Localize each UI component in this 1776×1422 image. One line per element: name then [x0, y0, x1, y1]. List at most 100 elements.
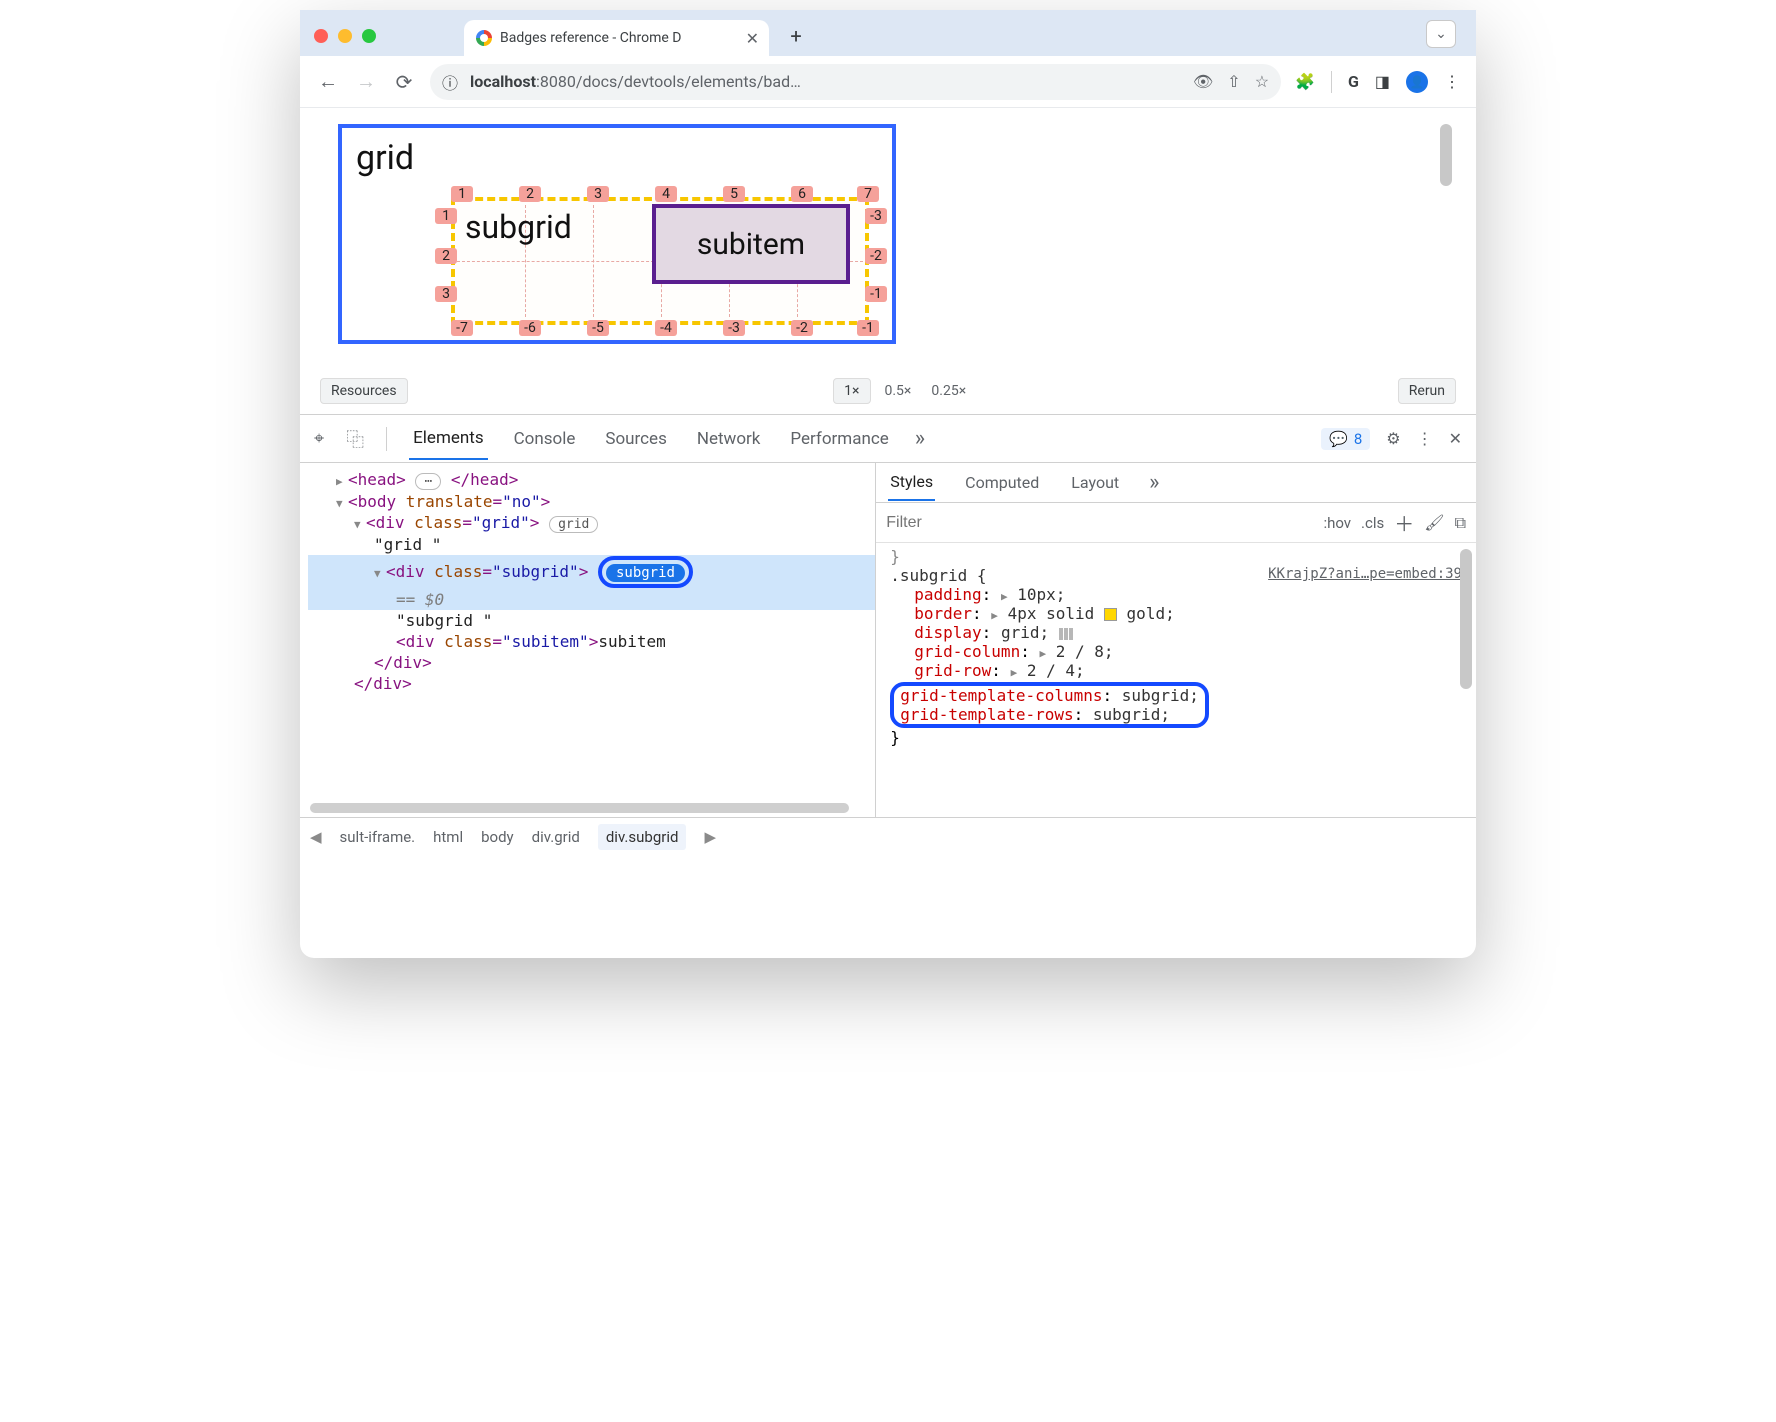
tab-styles[interactable]: Styles: [888, 464, 935, 501]
dom-node-div-subitem[interactable]: <div class="subitem">subitem: [308, 631, 875, 652]
grid-editor-icon[interactable]: [1059, 628, 1073, 640]
color-swatch-icon[interactable]: [1104, 608, 1117, 621]
rerun-button[interactable]: Rerun: [1398, 378, 1456, 404]
device-toggle-icon[interactable]: ⿻: [346, 426, 364, 452]
eye-off-icon[interactable]: 👁: [1193, 72, 1213, 91]
extensions-icon[interactable]: 🧩: [1295, 72, 1315, 91]
grid-badge[interactable]: grid: [549, 516, 598, 533]
dom-close-div-1[interactable]: </div>: [308, 652, 875, 673]
styles-tabs-overflow-icon[interactable]: »: [1149, 470, 1159, 495]
css-prop-grid-column[interactable]: grid-column: ▶ 2 / 8;: [890, 642, 1462, 661]
subgrid-badge[interactable]: subgrid: [606, 564, 685, 582]
grid-container: grid 1 2 3 4 5 6 7 1 2 3 -3 -2 -1 -7: [338, 124, 896, 344]
devtools-close-icon[interactable]: ✕: [1449, 429, 1462, 448]
browser-menu-icon[interactable]: ⋮: [1444, 72, 1460, 91]
back-button[interactable]: ←: [316, 69, 340, 94]
ellipsis-badge: ⋯: [415, 473, 441, 490]
subitem-label: subitem: [697, 227, 805, 262]
css-prop-grid-template-columns[interactable]: grid-template-columns: subgrid;: [900, 686, 1199, 705]
tab-elements[interactable]: Elements: [409, 418, 487, 460]
grid-label: grid: [356, 138, 878, 178]
reload-button[interactable]: ⟳: [392, 70, 416, 94]
resources-button[interactable]: Resources: [320, 378, 408, 404]
css-prop-display[interactable]: display: grid;: [890, 623, 1462, 642]
crumb-selected[interactable]: div.subgrid: [598, 824, 687, 850]
css-prop-padding[interactable]: padding: ▶ 10px;: [890, 585, 1462, 604]
issues-badge[interactable]: 💬 8: [1321, 428, 1370, 450]
computed-sidebar-icon[interactable]: ⧉: [1455, 513, 1466, 533]
hov-toggle[interactable]: :hov: [1323, 514, 1351, 532]
page-viewport: grid 1 2 3 4 5 6 7 1 2 3 -3 -2 -1 -7: [300, 108, 1476, 414]
crumb-next-icon[interactable]: ▶: [704, 828, 716, 846]
window-minimize-button[interactable]: [338, 29, 352, 43]
dom-node-body[interactable]: ▼<body translate="no">: [308, 491, 875, 512]
css-prop-border[interactable]: border: ▶ 4px solid gold;: [890, 604, 1462, 623]
grid-line-tag: -1: [857, 320, 879, 336]
tab-strip: Badges reference - Chrome D ✕ + ⌄: [300, 10, 1476, 56]
grid-line-tag: -7: [451, 320, 473, 336]
viewport-scrollbar[interactable]: [1440, 124, 1452, 186]
star-icon[interactable]: ☆: [1255, 72, 1269, 91]
highlight-ring: grid-template-columns: subgrid; grid-tem…: [890, 682, 1209, 728]
rule-source-link[interactable]: KKrajpZ?ani…pe=embed:39: [1268, 566, 1462, 582]
new-tab-button[interactable]: +: [781, 21, 811, 51]
styles-tab-row: Styles Computed Layout »: [876, 463, 1476, 503]
dom-node-head[interactable]: ▶<head> ⋯ </head>: [308, 469, 875, 491]
rule-close: }: [890, 728, 1462, 747]
dom-selected-hint: == $0: [308, 589, 875, 610]
zoom-025x-button[interactable]: 0.25×: [925, 383, 972, 399]
grid-line-tag: 2: [519, 186, 541, 202]
crumb[interactable]: sult-iframe.: [340, 828, 416, 846]
tab-sources[interactable]: Sources: [601, 419, 670, 459]
tab-performance[interactable]: Performance: [786, 419, 892, 459]
tab-layout[interactable]: Layout: [1069, 465, 1121, 500]
css-prop-grid-row[interactable]: grid-row: ▶ 2 / 4;: [890, 661, 1462, 680]
paint-brush-icon[interactable]: 🖌: [1424, 513, 1444, 532]
crumb[interactable]: html: [433, 828, 463, 846]
new-style-rule-icon[interactable]: ＋: [1394, 508, 1414, 537]
dom-node-div-subgrid[interactable]: ▼<div class="subgrid"> subgrid: [308, 555, 875, 589]
profile-avatar-icon[interactable]: 👤: [1406, 71, 1428, 93]
zoom-1x-button[interactable]: 1×: [833, 378, 870, 404]
tab-computed[interactable]: Computed: [963, 465, 1041, 500]
dom-breadcrumbs: ◀ sult-iframe. html body div.grid div.su…: [300, 817, 1476, 855]
cls-toggle[interactable]: .cls: [1361, 514, 1384, 532]
grid-line-tag: 5: [723, 186, 745, 202]
subgrid-overlay: 1 2 3 4 5 6 7 1 2 3 -3 -2 -1 -7 -6 -5 -4: [437, 186, 883, 336]
crumb[interactable]: div.grid: [532, 828, 580, 846]
css-prop-grid-template-rows[interactable]: grid-template-rows: subgrid;: [900, 705, 1199, 724]
forward-button[interactable]: →: [354, 69, 378, 94]
grid-line-tag: -4: [655, 320, 677, 336]
tab-close-icon[interactable]: ✕: [746, 29, 759, 48]
crumb[interactable]: body: [481, 828, 514, 846]
settings-gear-icon[interactable]: ⚙: [1386, 429, 1400, 448]
sidepanel-icon[interactable]: ◨: [1375, 72, 1390, 91]
dom-text-grid[interactable]: "grid ": [308, 534, 875, 555]
crumb-prev-icon[interactable]: ◀: [310, 828, 322, 846]
styles-scrollbar[interactable]: [1460, 549, 1472, 689]
window-close-button[interactable]: [314, 29, 328, 43]
inspect-icon[interactable]: ⌖: [314, 428, 324, 449]
zoom-05x-button[interactable]: 0.5×: [879, 383, 918, 399]
grid-line-tag: 2: [435, 248, 457, 264]
omnibox[interactable]: ⓘ localhost:8080/docs/devtools/elements/…: [430, 64, 1281, 100]
share-icon[interactable]: ⇧: [1227, 72, 1240, 91]
tabs-overflow-icon[interactable]: »: [915, 426, 925, 451]
window-traffic-lights: [314, 29, 376, 43]
grid-line-tag: -1: [865, 286, 887, 302]
tab-console[interactable]: Console: [510, 419, 580, 459]
dom-close-div-2[interactable]: </div>: [308, 673, 875, 694]
window-dropdown-button[interactable]: ⌄: [1426, 20, 1456, 48]
styles-filter-input[interactable]: [886, 514, 1313, 532]
rule-header[interactable]: .subgrid { KKrajpZ?ani…pe=embed:39: [890, 566, 1462, 585]
google-icon[interactable]: G: [1348, 72, 1359, 91]
dom-horizontal-scrollbar[interactable]: [310, 803, 849, 813]
browser-tab[interactable]: Badges reference - Chrome D ✕: [464, 20, 769, 56]
dom-node-div-grid[interactable]: ▼<div class="grid"> grid: [308, 512, 875, 534]
grid-line-tag: -2: [791, 320, 813, 336]
site-info-icon[interactable]: ⓘ: [442, 70, 458, 94]
dom-text-subgrid[interactable]: "subgrid ": [308, 610, 875, 631]
window-maximize-button[interactable]: [362, 29, 376, 43]
devtools-menu-icon[interactable]: ⋮: [1417, 429, 1433, 448]
tab-network[interactable]: Network: [693, 419, 765, 459]
